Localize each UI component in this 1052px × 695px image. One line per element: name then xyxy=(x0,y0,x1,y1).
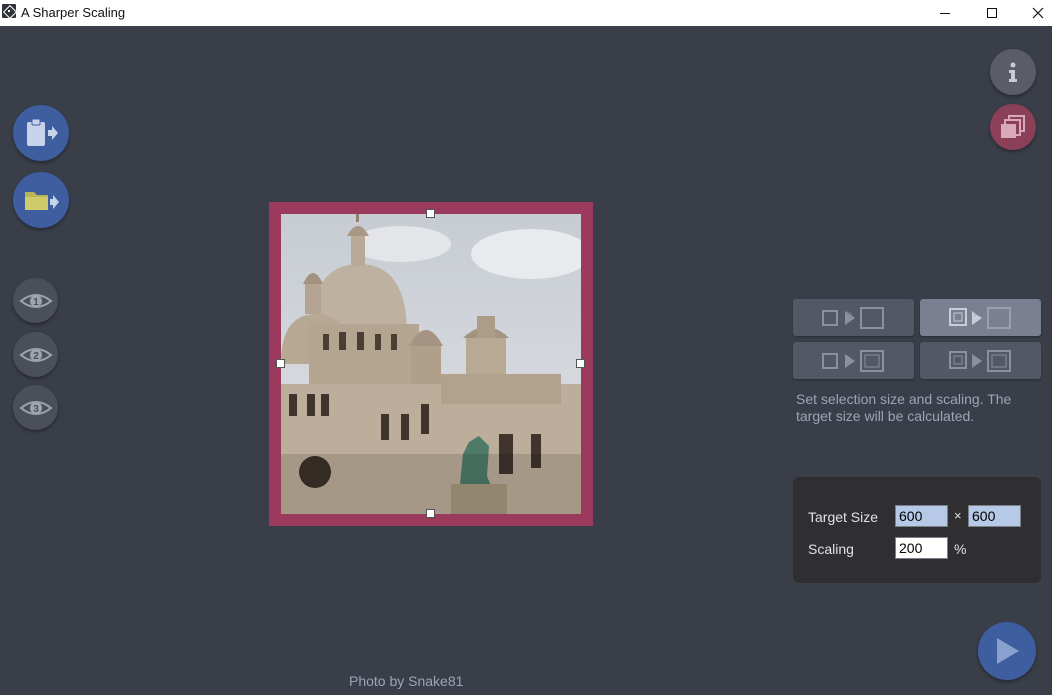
title-bar: A Sharper Scaling xyxy=(0,0,1052,26)
svg-text:%: % xyxy=(974,312,980,318)
app-icon xyxy=(2,4,16,18)
target-height-input[interactable]: 600 xyxy=(968,505,1021,527)
run-button[interactable] xyxy=(978,622,1036,680)
close-icon xyxy=(1032,7,1044,19)
minimize-icon xyxy=(940,12,950,14)
scaling-label: Scaling xyxy=(808,541,854,557)
target-width-input[interactable]: 600 xyxy=(895,505,948,527)
view-2-label: 2 xyxy=(33,351,39,362)
view-3-button[interactable]: 3 xyxy=(13,385,58,430)
photo-image xyxy=(281,214,581,514)
times-sign: × xyxy=(954,508,962,523)
settings-panel xyxy=(793,477,1041,583)
resize-handle-left[interactable] xyxy=(276,359,285,368)
window-title: A Sharper Scaling xyxy=(21,5,126,20)
eye-icon: 3 xyxy=(18,400,53,415)
batch-copy-button[interactable] xyxy=(990,104,1036,150)
scaling-input[interactable]: 200 xyxy=(895,537,948,559)
photo-credit: Photo by Snake81 xyxy=(349,673,464,689)
open-file-button[interactable] xyxy=(13,172,69,228)
close-button[interactable] xyxy=(1015,0,1052,26)
view-2-button[interactable]: 2 xyxy=(13,332,58,377)
mode-button-2[interactable]: % xyxy=(920,299,1041,336)
photo-preview[interactable] xyxy=(281,214,581,514)
folder-open-icon xyxy=(25,192,59,210)
view-3-label: 3 xyxy=(33,404,39,415)
eye-icon: 1 xyxy=(18,293,53,308)
mode-button-3[interactable] xyxy=(793,342,914,379)
view-1-label: 1 xyxy=(33,297,39,308)
paste-from-clipboard-button[interactable] xyxy=(13,105,69,161)
scale-mode-icon xyxy=(948,349,1011,372)
view-1-button[interactable]: 1 xyxy=(13,278,58,323)
minimize-button[interactable] xyxy=(922,0,968,26)
mode-button-1[interactable]: % xyxy=(793,299,914,336)
info-button[interactable] xyxy=(990,49,1036,95)
mode-button-4[interactable] xyxy=(920,342,1041,379)
percent-unit: % xyxy=(954,541,967,557)
svg-text:%: % xyxy=(847,312,853,318)
resize-handle-bottom[interactable] xyxy=(426,509,435,518)
target-size-label: Target Size xyxy=(808,509,879,525)
eye-icon: 2 xyxy=(18,347,53,362)
resize-handle-top[interactable] xyxy=(426,209,435,218)
maximize-icon xyxy=(987,8,997,18)
info-icon xyxy=(1009,62,1017,82)
clipboard-import-icon xyxy=(27,118,58,146)
resize-handle-right[interactable] xyxy=(576,359,585,368)
play-icon xyxy=(997,638,1019,664)
scale-mode-icon: % xyxy=(821,306,884,329)
maximize-button[interactable] xyxy=(969,0,1015,26)
scale-mode-icon xyxy=(821,349,884,372)
mode-description: Set selection size and scaling. The targ… xyxy=(796,391,1012,424)
scale-mode-icon: % xyxy=(948,306,1011,329)
stack-copy-icon xyxy=(1001,115,1025,138)
